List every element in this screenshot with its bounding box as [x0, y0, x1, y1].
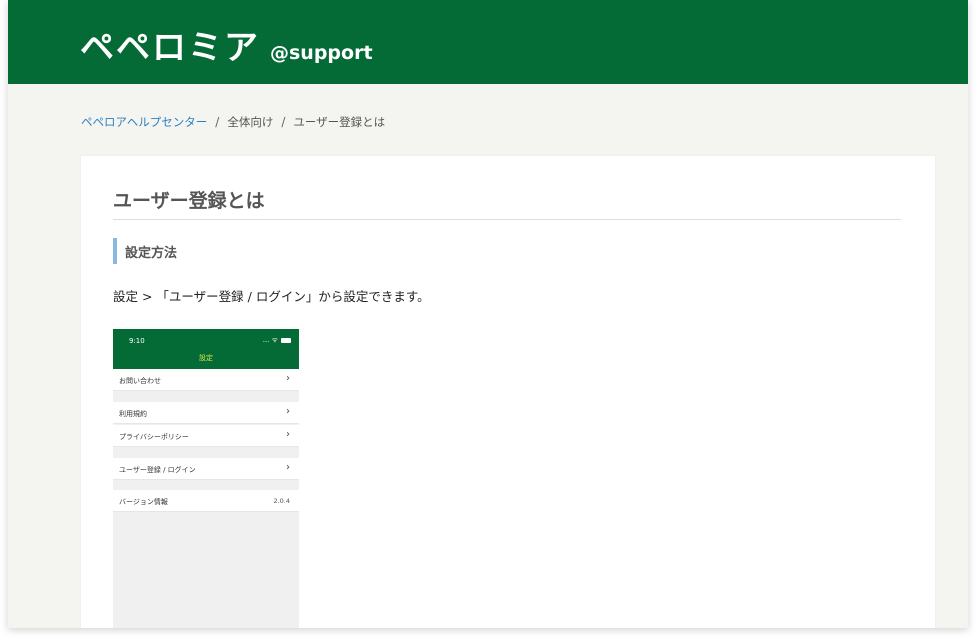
article-body-text: 設定 > 「ユーザー登録 / ログイン」から設定できます。 — [113, 289, 430, 304]
chevron-right-icon: › — [286, 373, 290, 384]
settings-screenshot-image: 9:10 ... ᯤ 設定 お問い合わせ › 利用規約 › プライバシーポリシー… — [113, 329, 299, 628]
browser-frame: ペペロミア @support ペペロアヘルプセンター / 全体向け / ユーザー… — [8, 0, 968, 628]
phone-row-label: バージョン情報 — [119, 498, 168, 506]
page-title: ユーザー登録とは — [113, 186, 901, 220]
brand-name: ペペロミア — [80, 28, 260, 68]
chevron-right-icon: › — [286, 462, 290, 473]
phone-row-contact: お問い合わせ › — [113, 369, 299, 391]
section-heading: 設定方法 — [113, 238, 177, 264]
wifi-icon: ... ᯤ — [262, 336, 278, 344]
phone-screen-title: 設定 — [199, 354, 213, 362]
breadcrumb-separator: / — [281, 115, 286, 129]
phone-row-terms: 利用規約 › — [113, 402, 299, 424]
brand-sub: @support — [270, 42, 373, 64]
chevron-right-icon: › — [286, 406, 290, 417]
phone-row-label: プライバシーポリシー — [119, 433, 189, 441]
breadcrumb-category: 全体向け — [227, 115, 274, 129]
breadcrumb-separator: / — [215, 115, 220, 129]
battery-icon — [281, 338, 291, 343]
phone-row-label: お問い合わせ — [119, 377, 161, 385]
article-card: ユーザー登録とは 設定方法 設定 > 「ユーザー登録 / ログイン」から設定でき… — [81, 156, 935, 628]
breadcrumb-home-link[interactable]: ペペロアヘルプセンター — [81, 114, 207, 130]
phone-row-label: ユーザー登録 / ログイン — [119, 466, 196, 474]
phone-row-version: バージョン情報 2.0.4 — [113, 490, 299, 512]
phone-row-label: 利用規約 — [119, 410, 147, 418]
phone-time: 9:10 — [129, 337, 145, 345]
chevron-right-icon: › — [286, 429, 290, 440]
phone-row-register-login: ユーザー登録 / ログイン › — [113, 458, 299, 480]
brand-logo[interactable]: ペペロミア @support — [80, 20, 373, 69]
breadcrumb: ペペロアヘルプセンター / 全体向け / ユーザー登録とは — [81, 114, 385, 130]
version-value: 2.0.4 — [273, 497, 290, 505]
site-header: ペペロミア @support — [8, 0, 968, 84]
phone-row-privacy: プライバシーポリシー › — [113, 425, 299, 447]
breadcrumb-current: ユーザー登録とは — [293, 115, 386, 129]
phone-status-icons: ... ᯤ — [263, 336, 291, 345]
phone-nav-bar: 9:10 ... ᯤ 設定 — [113, 329, 299, 369]
